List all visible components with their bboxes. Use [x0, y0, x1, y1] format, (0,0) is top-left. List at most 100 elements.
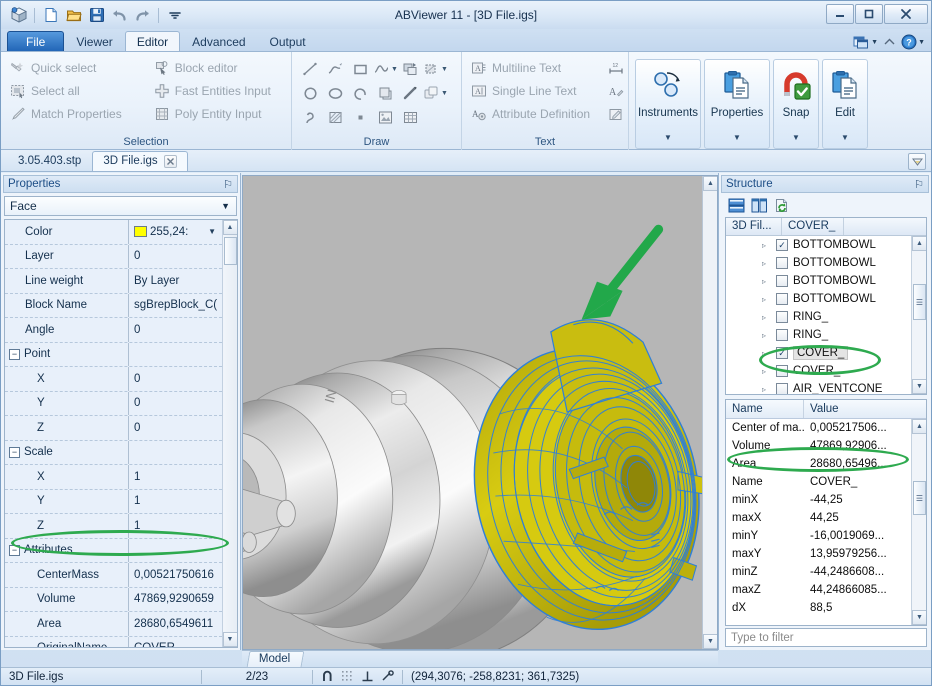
edit-button[interactable]: Edit ▼	[822, 59, 868, 149]
expand-icon[interactable]: ▹	[762, 331, 771, 340]
fast-entities-input-button[interactable]: Fast Entities Input	[151, 80, 285, 102]
scrollbar-thumb[interactable]: ☰	[913, 284, 926, 320]
quick-select-button[interactable]: Quick select	[7, 57, 151, 79]
poly-entity-input-button[interactable]: Poly Entity Input	[151, 103, 285, 125]
table-row[interactable]: Name COVER_	[726, 473, 926, 491]
expand-icon[interactable]: ▹	[762, 349, 771, 358]
block-editor-button[interactable]: Block editor	[151, 57, 285, 79]
open-file-icon[interactable]	[63, 5, 84, 26]
scroll-down-icon[interactable]: ▼	[912, 379, 926, 394]
arc-icon[interactable]	[348, 81, 373, 105]
line-icon[interactable]	[298, 57, 323, 81]
visibility-checkbox[interactable]	[776, 365, 788, 377]
table-row[interactable]: OriginalName COVER_	[5, 637, 222, 648]
maximize-button[interactable]	[855, 4, 883, 24]
help-button[interactable]: ? ▼	[901, 34, 925, 50]
entity-properties-scrollbar[interactable]: ▲ ☰ ▼	[911, 419, 926, 625]
attribute-definition-button[interactable]: A Attribute Definition	[468, 103, 596, 125]
table-row[interactable]: Center of ma... 0,005217506...	[726, 419, 926, 437]
ribbon-tab-advanced[interactable]: Advanced	[180, 31, 257, 52]
expand-icon[interactable]: ▹	[762, 367, 771, 376]
table-row[interactable]: Color 255,24: ▼	[5, 220, 222, 245]
scroll-up-icon[interactable]: ▲	[223, 220, 238, 235]
vertical-split-icon[interactable]	[749, 196, 769, 214]
tree-node[interactable]: ▹ BOTTOMBOWL	[726, 272, 926, 290]
visibility-checkbox[interactable]: ✓	[776, 347, 788, 359]
scroll-down-icon[interactable]: ▼	[912, 610, 926, 625]
undo-icon[interactable]	[109, 5, 130, 26]
block-insert-icon[interactable]	[373, 81, 398, 105]
expand-icon[interactable]: ▹	[762, 313, 771, 322]
table-row[interactable]: CenterMass 0,00521750616	[5, 563, 222, 588]
save-file-icon[interactable]	[86, 5, 107, 26]
property-value[interactable]: 47869,9290659	[128, 588, 222, 612]
table-row[interactable]: X 0	[5, 367, 222, 392]
minimize-ribbon-button[interactable]	[883, 36, 896, 48]
region-icon[interactable]: ▼	[423, 57, 448, 81]
scrollbar-thumb[interactable]	[224, 237, 237, 265]
table-row-volume[interactable]: Volume 47869,9290659	[5, 588, 222, 613]
scroll-down-icon[interactable]: ▼	[703, 634, 718, 649]
visibility-checkbox[interactable]	[776, 329, 788, 341]
tree-node[interactable]: ▹ COVER_	[726, 362, 926, 380]
property-value[interactable]: 1	[128, 514, 222, 538]
table-row[interactable]: maxZ 44,24866085...	[726, 581, 926, 599]
table-row[interactable]: Line weight By Layer	[5, 269, 222, 294]
properties-scrollbar[interactable]: ▲ ▼	[222, 220, 237, 647]
filter-input[interactable]: Type to filter	[725, 628, 927, 647]
tab-list-button[interactable]	[908, 153, 926, 170]
tree-node[interactable]: ▹ ✓ BOTTOMBOWL	[726, 236, 926, 254]
grid-toggle-icon[interactable]	[341, 670, 354, 683]
curve-icon[interactable]	[298, 105, 323, 129]
visibility-checkbox[interactable]: ✓	[776, 239, 788, 251]
pin-icon[interactable]: ⚐	[914, 178, 924, 191]
table-row-volume[interactable]: Volume 47869,92906...	[726, 437, 926, 455]
multi-copy-icon[interactable]: ▼	[423, 81, 448, 105]
table-row[interactable]: Z 0	[5, 416, 222, 441]
polyline-icon[interactable]	[323, 57, 348, 81]
property-value[interactable]: 1	[128, 490, 222, 514]
snap-toggle-icon[interactable]	[321, 670, 334, 683]
property-value[interactable]: 0,00521750616	[128, 563, 222, 587]
property-value[interactable]: 0	[128, 367, 222, 391]
properties-chevron-down-icon[interactable]: ▼	[733, 133, 741, 142]
viewport-scrollbar[interactable]: ▲ ▼	[702, 176, 717, 649]
select-all-button[interactable]: Select all	[7, 80, 151, 102]
table-row[interactable]: Area 28680,6549611	[5, 612, 222, 637]
visibility-checkbox[interactable]	[776, 383, 788, 394]
window-layout-button[interactable]: ▼	[853, 35, 878, 50]
expand-icon[interactable]: ▹	[762, 259, 771, 268]
table-row-group-attributes[interactable]: − Attributes	[5, 539, 222, 564]
table-row[interactable]: Area 28680,65496...	[726, 455, 926, 473]
chevron-down-icon[interactable]: ▼	[208, 227, 216, 236]
property-value[interactable]: 28680,6549611	[128, 612, 222, 636]
scroll-up-icon[interactable]: ▲	[912, 419, 926, 434]
edit-chevron-down-icon[interactable]: ▼	[841, 133, 849, 142]
table-row-group-scale[interactable]: − Scale	[5, 441, 222, 466]
property-value[interactable]: 1	[128, 465, 222, 489]
pin-icon[interactable]: ⚐	[223, 178, 233, 191]
snap-chevron-down-icon[interactable]: ▼	[792, 133, 800, 142]
expand-icon[interactable]: ▹	[762, 385, 771, 394]
spline-icon[interactable]: ▼	[373, 57, 398, 81]
visibility-checkbox[interactable]	[776, 257, 788, 269]
table-row[interactable]: Layer 0	[5, 245, 222, 270]
table-row[interactable]: Angle 0	[5, 318, 222, 343]
column-header-name[interactable]: Name	[726, 400, 804, 418]
rectangle-icon[interactable]	[348, 57, 373, 81]
redo-icon[interactable]	[132, 5, 153, 26]
table-row[interactable]: minY -16,0019069...	[726, 527, 926, 545]
table-row[interactable]: Block Name sgBrepBlock_C(	[5, 294, 222, 319]
property-value[interactable]: sgBrepBlock_C(	[128, 294, 222, 318]
ray-icon[interactable]	[398, 81, 423, 105]
point-icon[interactable]	[348, 105, 373, 129]
multiline-text-button[interactable]: A Multiline Text	[468, 57, 596, 79]
property-value[interactable]: COVER_	[128, 637, 222, 648]
tree-col-file[interactable]: 3D Fil...	[726, 218, 782, 235]
tree-node[interactable]: ▹ RING_	[726, 326, 926, 344]
circle-icon[interactable]	[298, 81, 323, 105]
tree-node-cover-selected[interactable]: ▹ ✓ COVER_	[726, 344, 926, 362]
collapse-icon[interactable]: −	[9, 447, 20, 458]
property-value[interactable]: 0	[128, 245, 222, 269]
scroll-up-icon[interactable]: ▲	[703, 176, 718, 191]
